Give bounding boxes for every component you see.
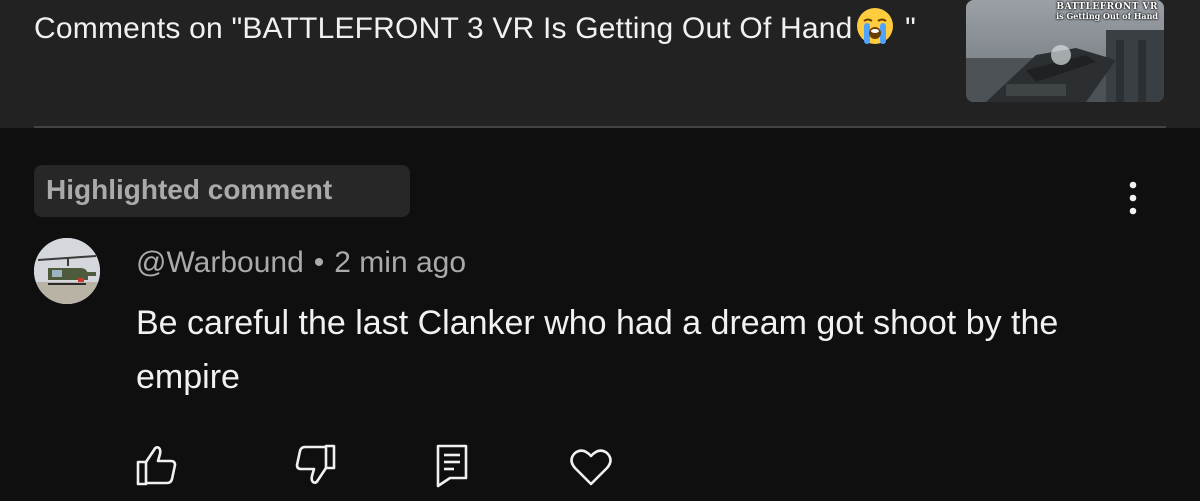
- comments-title-text: Comments on "BATTLEFRONT 3 VR Is Getting…: [34, 12, 853, 45]
- thumbs-down-icon: [295, 444, 336, 484]
- more-options-icon[interactable]: [1118, 178, 1148, 218]
- thumbnail-caption: BATTLEFRONT VR is Getting Out of Hand: [1056, 3, 1158, 21]
- comments-title: Comments on "BATTLEFRONT 3 VR Is Getting…: [34, 6, 934, 52]
- comments-header: Comments on "BATTLEFRONT 3 VR Is Getting…: [0, 0, 1200, 128]
- heart-icon: [570, 449, 612, 486]
- heart-button[interactable]: [566, 440, 616, 490]
- like-button[interactable]: [132, 440, 182, 490]
- helicopter-avatar-image: [34, 238, 100, 304]
- comment-timestamp[interactable]: 2 min ago: [334, 246, 466, 279]
- dislike-button[interactable]: [290, 440, 340, 490]
- meta-separator: •: [313, 246, 325, 279]
- reply-button[interactable]: [428, 440, 478, 490]
- comment-reply-icon: [436, 444, 468, 488]
- loudly-crying-face-emoji: [856, 8, 893, 44]
- thumbs-up-icon: [136, 446, 177, 486]
- thumbnail-caption-line2: is Getting Out of Hand: [1056, 11, 1158, 21]
- video-thumbnail[interactable]: BATTLEFRONT VR is Getting Out of Hand: [966, 0, 1164, 102]
- comment-meta: @Warbound • 2 min ago: [136, 243, 466, 283]
- header-divider: [34, 126, 1166, 128]
- comment-author[interactable]: @Warbound: [136, 246, 304, 279]
- comment-text: Be careful the last Clanker who had a dr…: [136, 304, 1059, 396]
- avatar[interactable]: [34, 238, 100, 304]
- highlighted-comment-badge: Highlighted comment: [34, 165, 410, 217]
- comment-actions: [0, 440, 1200, 492]
- comments-title-suffix: ": [896, 12, 916, 45]
